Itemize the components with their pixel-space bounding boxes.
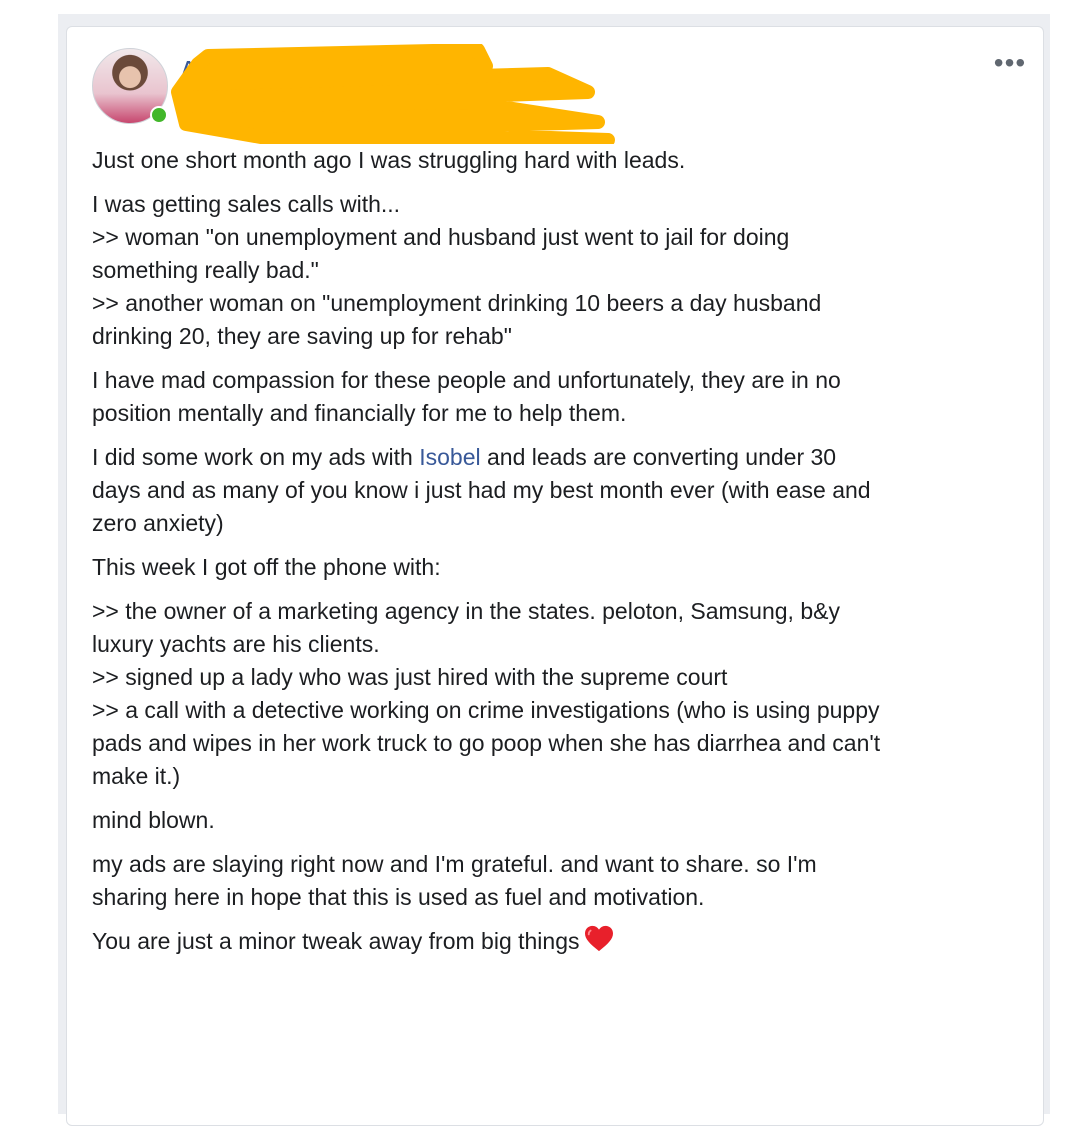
online-status-dot: [150, 106, 168, 124]
text-line: something really bad.": [92, 257, 319, 283]
text-line: You are just a minor tweak away from big…: [92, 925, 1032, 958]
text-line: >> a call with a detective working on cr…: [92, 697, 880, 723]
text-line: Just one short month ago I was strugglin…: [92, 147, 686, 173]
text-line: I have mad compassion for these people a…: [92, 367, 841, 393]
more-options-icon[interactable]: •••: [990, 49, 1030, 77]
text-line: This week I got off the phone with:: [92, 554, 441, 580]
text-line: mind blown.: [92, 807, 215, 833]
text-line: drinking 20, they are saving up for reha…: [92, 323, 512, 349]
paragraph-3: I have mad compassion for these people a…: [92, 364, 1032, 430]
paragraph-6: >> the owner of a marketing agency in th…: [92, 595, 1032, 793]
paragraph-5: This week I got off the phone with:: [92, 551, 1032, 584]
text-line: >> another woman on "unemployment drinki…: [92, 290, 822, 316]
text-line: luxury yachts are his clients.: [92, 631, 380, 657]
text-line: I was getting sales calls with...: [92, 191, 401, 217]
text-line: make it.): [92, 763, 181, 789]
text-line: I did some work on my ads with Isobel an…: [92, 441, 1032, 474]
text-line: zero anxiety): [92, 510, 224, 536]
mention-link-isobel[interactable]: Isobel: [419, 444, 480, 470]
text-line: position mentally and financially for me…: [92, 400, 627, 426]
text-segment: I did some work on my ads with: [92, 444, 420, 470]
paragraph-8: my ads are slaying right now and I'm gra…: [92, 848, 1032, 914]
text-line: my ads are slaying right now and I'm gra…: [92, 851, 817, 877]
text-line: days and as many of you know i just had …: [92, 477, 871, 503]
text-segment: and leads are converting under 30: [480, 444, 837, 470]
text-line: >> woman "on unemployment and husband ju…: [92, 224, 790, 250]
text-line: >> the owner of a marketing agency in th…: [92, 598, 840, 624]
paragraph-1: Just one short month ago I was strugglin…: [92, 144, 1032, 177]
author-avatar[interactable]: [92, 48, 168, 124]
post-text: Just one short month ago I was strugglin…: [92, 144, 1032, 969]
paragraph-2: I was getting sales calls with... >> wom…: [92, 188, 1032, 353]
paragraph-4: I did some work on my ads with Isobel an…: [92, 441, 1032, 540]
paragraph-9: You are just a minor tweak away from big…: [92, 925, 1032, 958]
text-line: pads and wipes in her work truck to go p…: [92, 730, 881, 756]
text-segment: You are just a minor tweak away from big…: [92, 928, 580, 954]
paragraph-7: mind blown.: [92, 804, 1032, 837]
redaction-scribble: [171, 44, 615, 144]
text-line: >> signed up a lady who was just hired w…: [92, 664, 728, 690]
text-line: sharing here in hope that this is used a…: [92, 884, 705, 910]
red-heart-icon: [584, 925, 613, 952]
